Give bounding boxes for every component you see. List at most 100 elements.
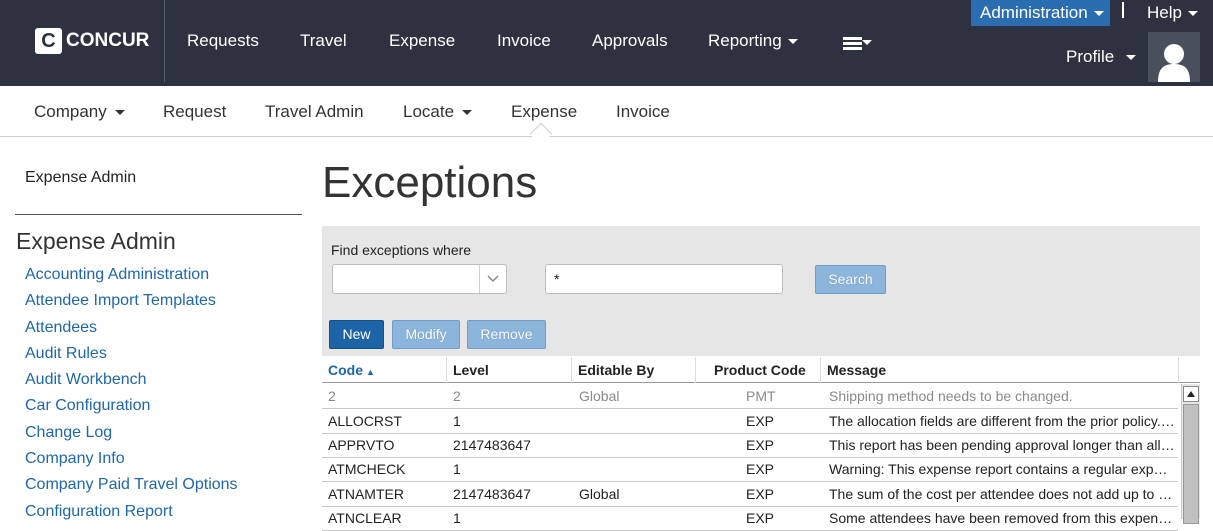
subnav-invoice[interactable]: Invoice	[616, 102, 670, 122]
arrow-up-icon	[1187, 391, 1195, 397]
sidebar-top-link[interactable]: Expense Admin	[25, 169, 136, 187]
menu-icon[interactable]	[843, 37, 862, 50]
chevron-down-icon	[114, 110, 125, 116]
logo-mark: C	[35, 28, 62, 54]
profile-menu[interactable]: Profile	[1066, 47, 1137, 67]
sidebar-item-accounting-administration[interactable]: Accounting Administration	[25, 265, 238, 291]
concur-logo[interactable]: C CONCUR	[35, 28, 149, 54]
search-input[interactable]	[545, 264, 783, 294]
cell-level: 1	[453, 510, 461, 526]
search-button[interactable]: Search	[815, 265, 886, 294]
select-arrow[interactable]	[479, 265, 506, 293]
chevron-down-icon	[1187, 11, 1198, 17]
column-spacer	[1178, 357, 1200, 383]
sidebar-item-car-configuration[interactable]: Car Configuration	[25, 396, 238, 422]
cell-editable-by	[573, 409, 695, 433]
cell-message: This report has been pending approval lo…	[829, 437, 1175, 453]
cell-message: Shipping method needs to be changed.	[829, 388, 1073, 404]
chevron-down-icon	[862, 40, 872, 45]
sidebar-item-company-paid-travel-options[interactable]: Company Paid Travel Options	[25, 475, 238, 501]
chevron-down-icon	[1126, 55, 1137, 61]
modify-button[interactable]: Modify	[392, 320, 460, 349]
find-label: Find exceptions where	[331, 242, 472, 258]
user-icon	[1158, 44, 1190, 82]
table-row[interactable]: ATMCHECK 1 EXP Warning: This expense rep…	[322, 457, 1178, 482]
nav-requests[interactable]: Requests	[187, 31, 259, 53]
new-button[interactable]: New	[329, 320, 384, 349]
column-code-label: Code	[328, 362, 363, 378]
table-row[interactable]: APPRVTO 2147483647 EXP This report has b…	[322, 433, 1178, 458]
remove-button[interactable]: Remove	[467, 320, 546, 349]
cell-code: ATNCLEAR	[328, 510, 402, 526]
nav-approvals[interactable]: Approvals	[592, 31, 668, 53]
sidebar-item-attendee-import-templates[interactable]: Attendee Import Templates	[25, 291, 238, 317]
nav-invoice[interactable]: Invoice	[497, 31, 551, 53]
subnav-travel-admin[interactable]: Travel Admin	[265, 102, 364, 122]
cell-product-code: EXP	[746, 461, 775, 477]
cell-level: 1	[453, 461, 461, 477]
cell-product-code: EXP	[746, 486, 775, 502]
subnav-expense[interactable]: Expense	[511, 102, 577, 122]
column-message[interactable]: Message	[820, 357, 1178, 383]
chevron-down-icon	[462, 110, 473, 116]
cell-code: ATNAMTER	[328, 486, 404, 502]
table-scrollbar[interactable]	[1181, 384, 1200, 524]
header-divider	[1122, 2, 1124, 18]
cell-level: 1	[453, 413, 461, 429]
cell-code: ALLOCRST	[328, 413, 402, 429]
cell-code: APPRVTO	[328, 437, 395, 453]
admin-subnav: Company Request Travel Admin Locate Expe…	[0, 86, 1213, 137]
help-menu[interactable]: Help	[1147, 3, 1198, 23]
chevron-down-icon	[1093, 11, 1104, 17]
cell-level: 2147483647	[453, 486, 531, 502]
subnav-request[interactable]: Request	[163, 102, 226, 122]
chevron-down-icon	[787, 39, 798, 45]
subnav-locate[interactable]: Locate	[403, 102, 473, 122]
administration-label: Administration	[980, 3, 1088, 22]
table-row[interactable]: 2 2 Global PMT Shipping method needs to …	[322, 384, 1178, 409]
sidebar-item-audit-rules[interactable]: Audit Rules	[25, 344, 238, 370]
cell-editable-by: Global	[579, 388, 620, 404]
cell-product-code: PMT	[746, 388, 776, 404]
cell-editable-by	[573, 506, 695, 530]
nav-travel[interactable]: Travel	[300, 31, 347, 53]
column-product-code[interactable]: Product Code	[695, 357, 820, 383]
logo-text: CONCUR	[66, 30, 150, 51]
column-code[interactable]: Code ▲	[322, 357, 447, 383]
table-row[interactable]: ALLOCRST 1 EXP The allocation fields are…	[322, 409, 1178, 434]
nav-reporting[interactable]: Reporting	[708, 31, 798, 53]
administration-menu[interactable]: Administration	[971, 0, 1110, 26]
cell-message: Warning: This expense report contains a …	[829, 461, 1175, 477]
field-select[interactable]	[332, 264, 507, 294]
subnav-company-label: Company	[34, 102, 107, 121]
nav-reporting-label: Reporting	[708, 31, 782, 50]
avatar[interactable]	[1148, 32, 1200, 82]
cell-editable-by	[573, 433, 695, 457]
table-row[interactable]: ATNAMTER 2147483647 Global EXP The sum o…	[322, 482, 1178, 507]
column-editable-by[interactable]: Editable By	[571, 357, 696, 383]
page-title: Exceptions	[322, 158, 538, 207]
sidebar-item-change-log[interactable]: Change Log	[25, 423, 238, 449]
nav-expense[interactable]: Expense	[389, 31, 455, 53]
cell-level: 2147483647	[453, 437, 531, 453]
profile-label: Profile	[1066, 47, 1115, 66]
cell-code: 2	[328, 388, 336, 404]
cell-message: The allocation fields are different from…	[829, 413, 1175, 429]
scroll-up-button[interactable]	[1183, 386, 1199, 402]
subnav-company[interactable]: Company	[34, 102, 125, 122]
chevron-down-icon	[487, 275, 499, 283]
scroll-thumb[interactable]	[1183, 404, 1199, 524]
sidebar-links: Accounting Administration Attendee Impor…	[25, 265, 238, 528]
column-level[interactable]: Level	[446, 357, 571, 383]
sidebar-item-attendees[interactable]: Attendees	[25, 318, 238, 344]
top-divider	[164, 0, 165, 82]
sidebar-item-company-info[interactable]: Company Info	[25, 449, 238, 475]
cell-product-code: EXP	[746, 413, 775, 429]
sidebar-item-audit-workbench[interactable]: Audit Workbench	[25, 370, 238, 396]
help-label: Help	[1147, 3, 1182, 22]
cell-code: ATMCHECK	[328, 461, 406, 477]
table-header: Code ▲ Level Editable By Product Code Mes…	[322, 357, 1200, 383]
cell-message: The sum of the cost per attendee does no…	[829, 486, 1175, 502]
cell-editable-by	[573, 457, 695, 481]
sidebar-item-configuration-report[interactable]: Configuration Report	[25, 502, 238, 528]
